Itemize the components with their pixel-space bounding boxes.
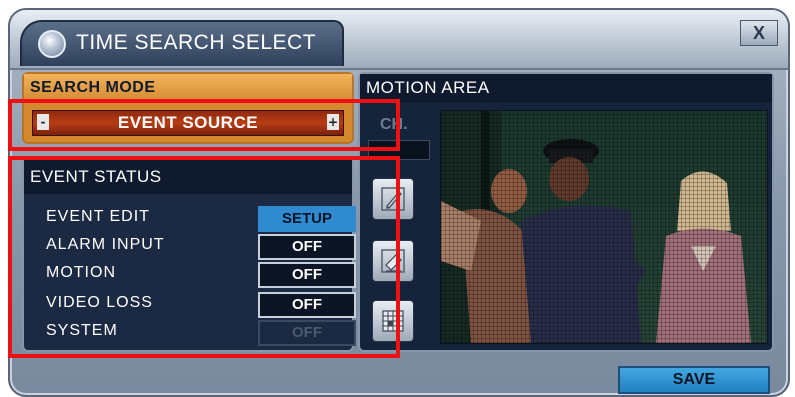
event-edit-setup-button[interactable]: SETUP <box>258 206 356 232</box>
camera-preview[interactable] <box>440 110 768 344</box>
eraser-icon <box>381 249 405 273</box>
video-loss-row: VIDEO LOSS OFF <box>46 292 356 318</box>
motion-row: MOTION OFF <box>46 262 356 288</box>
motion-area-panel: MOTION AREA CH. <box>358 72 774 352</box>
title-circle-icon <box>38 30 66 58</box>
motion-grid-overlay <box>441 111 767 343</box>
grid-icon <box>382 310 404 332</box>
title-tab: TIME SEARCH SELECT <box>20 20 344 66</box>
search-mode-value: EVENT SOURCE <box>117 113 259 132</box>
channel-field[interactable] <box>368 140 430 160</box>
search-mode-panel: SEARCH MODE - EVENT SOURCE + <box>22 72 354 144</box>
grid-tool-button[interactable] <box>372 300 414 342</box>
channel-label: CH. <box>380 116 408 133</box>
alarm-input-toggle[interactable]: OFF <box>258 234 356 260</box>
system-toggle: OFF <box>258 320 356 346</box>
video-loss-toggle[interactable]: OFF <box>258 292 356 318</box>
system-label: SYSTEM <box>46 322 118 339</box>
eraser-tool-button[interactable] <box>372 240 414 282</box>
save-button[interactable]: SAVE <box>618 366 770 394</box>
motion-toggle[interactable]: OFF <box>258 262 356 288</box>
event-edit-row: EVENT EDIT SETUP <box>46 206 356 232</box>
alarm-input-row: ALARM INPUT OFF <box>46 234 356 260</box>
motion-label: MOTION <box>46 264 116 281</box>
motion-area-header: MOTION AREA <box>360 74 772 102</box>
system-row: SYSTEM OFF <box>46 320 356 346</box>
increment-arrow-icon[interactable]: + <box>327 114 339 130</box>
event-status-panel: EVENT STATUS EVENT EDIT SETUP ALARM INPU… <box>22 158 356 352</box>
window-title: TIME SEARCH SELECT <box>76 31 317 54</box>
search-mode-header: SEARCH MODE <box>24 74 352 102</box>
event-status-header: EVENT STATUS <box>24 160 352 194</box>
close-button[interactable]: X <box>740 20 778 46</box>
title-bar: TIME SEARCH SELECT X <box>10 10 788 70</box>
alarm-input-label: ALARM INPUT <box>46 236 165 253</box>
video-loss-label: VIDEO LOSS <box>46 294 153 311</box>
pencil-icon <box>381 187 405 211</box>
pencil-tool-button[interactable] <box>372 178 414 220</box>
search-mode-select[interactable]: - EVENT SOURCE + <box>32 110 344 136</box>
event-edit-label: EVENT EDIT <box>46 208 150 225</box>
